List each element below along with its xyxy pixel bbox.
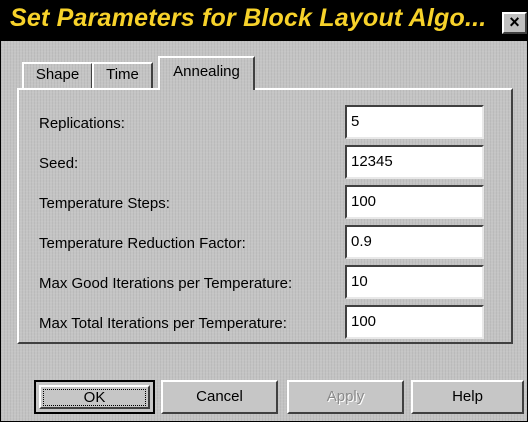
close-icon: × [509, 12, 520, 32]
max-good-iterations-label: Max Good Iterations per Temperature: [39, 275, 293, 292]
dialog-window: Set Parameters for Block Layout Algo... … [0, 0, 528, 422]
cancel-button[interactable]: Cancel [161, 380, 278, 414]
max-total-iterations-label: Max Total Iterations per Temperature: [39, 315, 287, 332]
max-total-iterations-field[interactable]: 100 [345, 305, 484, 339]
window-title: Set Parameters for Block Layout Algo... [10, 4, 487, 32]
apply-button[interactable]: Apply [287, 380, 404, 414]
replications-field[interactable]: 5 [345, 105, 484, 139]
seed-field[interactable]: 12345 [345, 145, 484, 179]
close-button[interactable]: × [502, 12, 527, 34]
max-good-iterations-field[interactable]: 10 [345, 265, 484, 299]
tab-annealing[interactable]: Annealing [158, 56, 255, 90]
tab-time-label: Time [106, 66, 139, 83]
tab-shape[interactable]: Shape [22, 62, 93, 88]
temperature-reduction-factor-field[interactable]: 0.9 [345, 225, 484, 259]
ok-button-label: OK [41, 387, 148, 408]
title-bar[interactable]: Set Parameters for Block Layout Algo... … [1, 1, 527, 41]
temperature-steps-label: Temperature Steps: [39, 195, 170, 212]
temperature-reduction-factor-label: Temperature Reduction Factor: [39, 235, 246, 252]
ok-button[interactable]: OK [34, 380, 155, 414]
tab-time[interactable]: Time [92, 62, 153, 88]
tab-shape-label: Shape [35, 66, 80, 83]
seed-label: Seed: [39, 155, 79, 172]
replications-label: Replications: [39, 115, 125, 132]
help-button[interactable]: Help [411, 380, 524, 414]
temperature-steps-field[interactable]: 100 [345, 185, 484, 219]
tab-annealing-label: Annealing [173, 63, 240, 80]
